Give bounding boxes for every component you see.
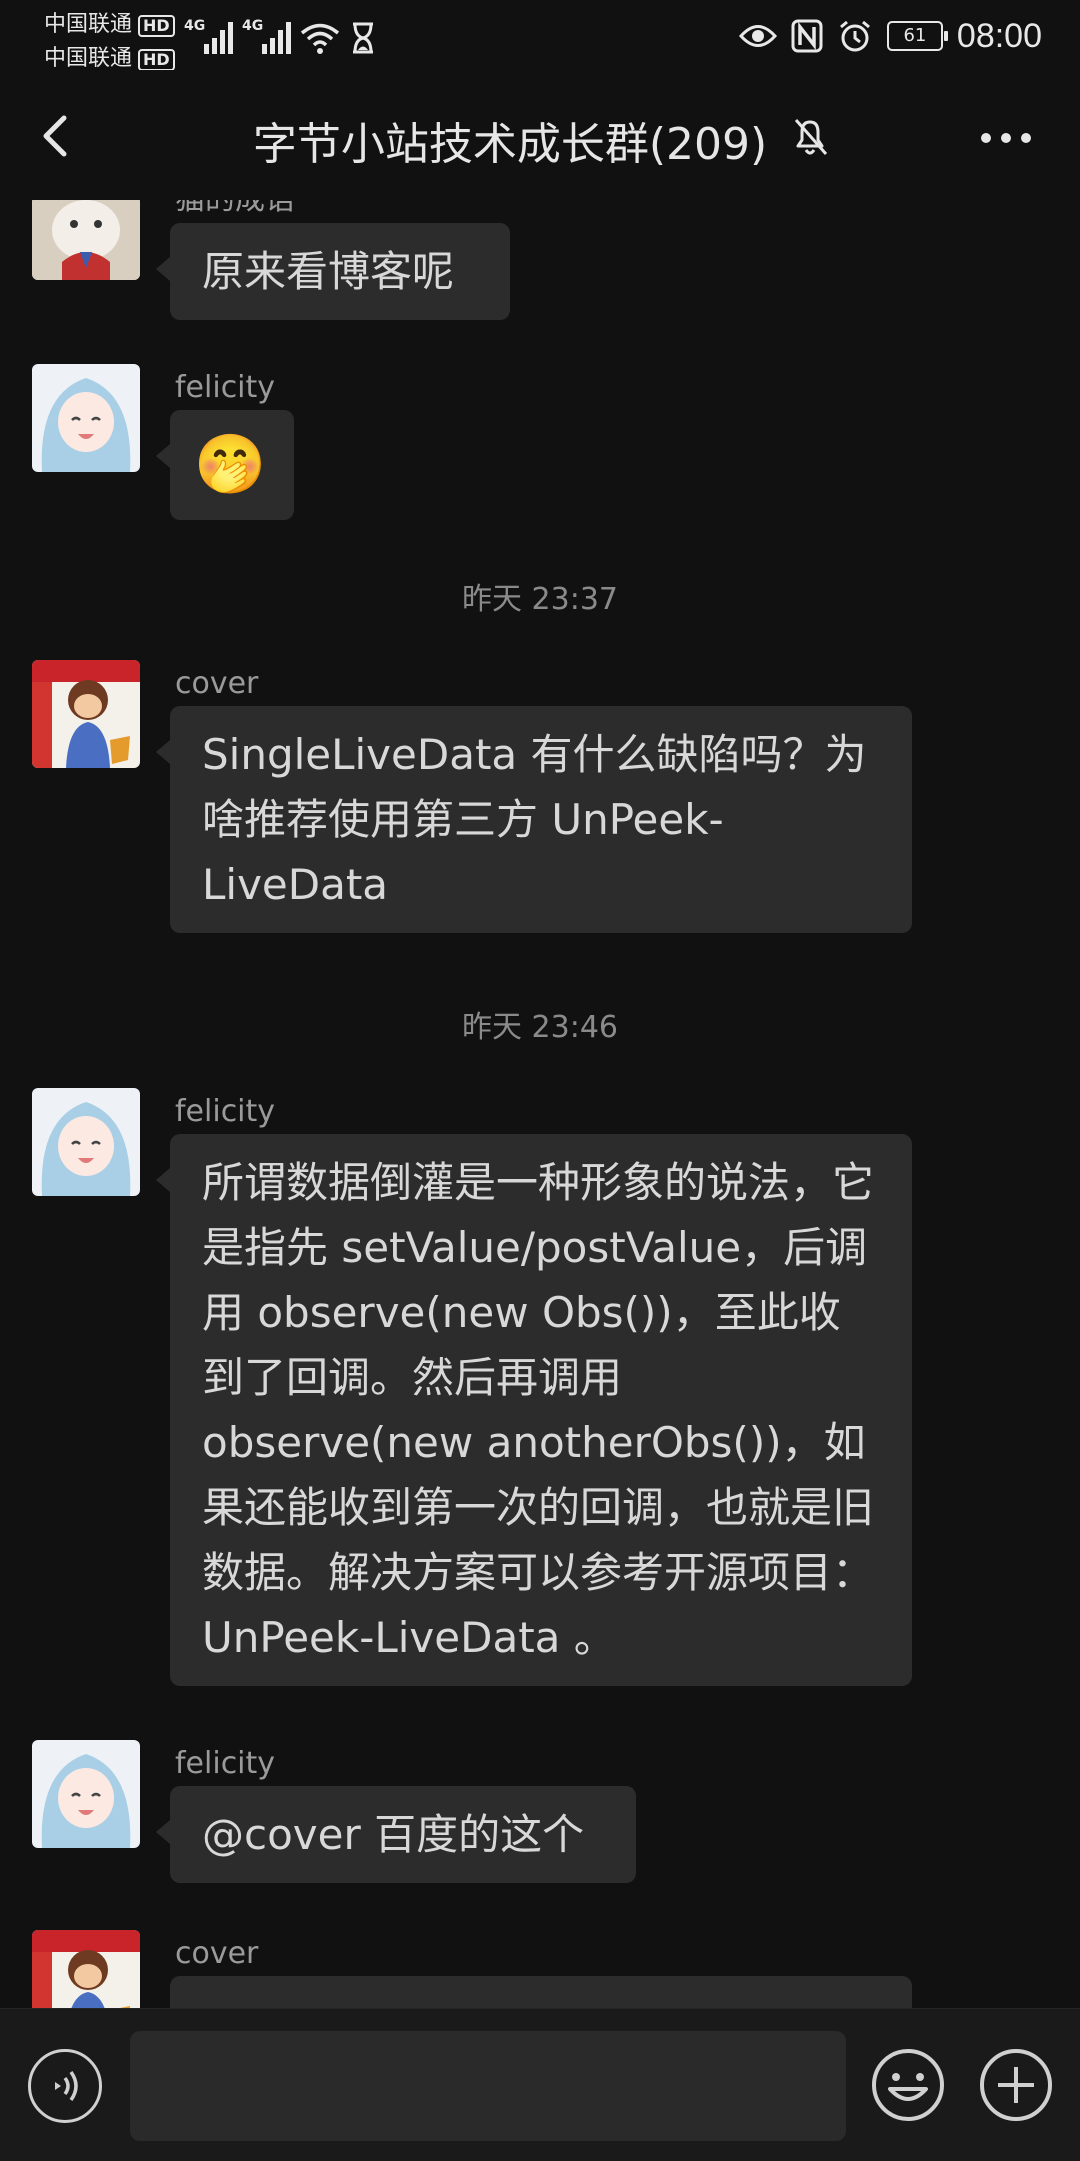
battery-icon: 61: [886, 21, 948, 51]
sender-name: felicity: [175, 370, 276, 405]
carrier-2: 中国联通 HD: [44, 40, 175, 72]
hourglass-icon: [353, 22, 373, 54]
avatar[interactable]: [32, 660, 140, 768]
nfc-icon: [791, 19, 823, 53]
message-bubble[interactable]: 所谓数据倒灌是一种形象的说法，它是指先 setValue/postValue，后…: [156, 1134, 912, 1686]
avatar[interactable]: [32, 1930, 140, 2008]
timestamp: 昨天 23:37: [462, 582, 618, 617]
avatar[interactable]: [32, 200, 140, 280]
signal-icon-2: 4G: [242, 16, 291, 54]
carrier-1: 中国联通 HD: [44, 6, 175, 38]
input-bar: [0, 2008, 1080, 2161]
message-bubble[interactable]: 原来看博客呢: [156, 223, 510, 320]
carrier-2-label: 中国联通: [44, 46, 133, 71]
emoji-icon[interactable]: [870, 2047, 946, 2123]
sender-name: 猫的成语: [175, 200, 295, 218]
sender-name: felicity: [175, 1094, 276, 1129]
avatar[interactable]: [32, 1740, 140, 1848]
battery-level: 61: [903, 25, 927, 46]
voice-input-icon[interactable]: [28, 2049, 102, 2123]
wifi-icon: [300, 23, 340, 54]
avatar[interactable]: [32, 364, 140, 472]
message-list[interactable]: 猫的成语 原来看博客呢 felicity 🤭 昨天 23:37: [0, 200, 1080, 2008]
carrier-1-label: 中国联通: [44, 12, 133, 37]
status-bar: 中国联通 HD 中国联通 HD 4G 4G 61 08:00: [0, 0, 1080, 72]
message-bubble[interactable]: 🤭: [156, 410, 294, 520]
timestamp: 昨天 23:46: [462, 1010, 618, 1045]
hd-badge-2: HD: [138, 49, 175, 71]
status-right-icons: 61 08:00: [738, 14, 1042, 58]
chat-header: 字节小站技术成长群(209): [0, 70, 1080, 200]
network-type-1: 4G: [184, 18, 206, 34]
hd-badge-1: HD: [138, 15, 175, 37]
group-title: 字节小站技术成长群(209): [252, 119, 768, 170]
signal-icon-1: 4G: [184, 16, 233, 54]
message-bubble[interactable]: [170, 1976, 912, 2008]
message-bubble[interactable]: SingleLiveData 有什么缺陷吗？为啥推荐使用第三方 UnPeek-L…: [156, 706, 912, 933]
plus-icon[interactable]: [978, 2047, 1054, 2123]
status-left-icons: 4G 4G: [184, 14, 376, 54]
more-dots-icon[interactable]: [976, 118, 1036, 158]
message-bubble[interactable]: @cover 百度的这个: [156, 1786, 636, 1883]
sender-name: cover: [175, 666, 259, 701]
network-type-2: 4G: [242, 18, 264, 34]
alarm-icon: [839, 20, 870, 52]
clock: 08:00: [956, 16, 1042, 55]
sender-name: cover: [175, 1936, 259, 1971]
avatar[interactable]: [32, 1088, 140, 1196]
sender-name: felicity: [175, 1746, 276, 1781]
eye-icon: [738, 25, 777, 47]
emoji: 🤭: [194, 430, 267, 498]
message-input[interactable]: [130, 2031, 846, 2141]
bell-off-icon: [794, 119, 828, 155]
